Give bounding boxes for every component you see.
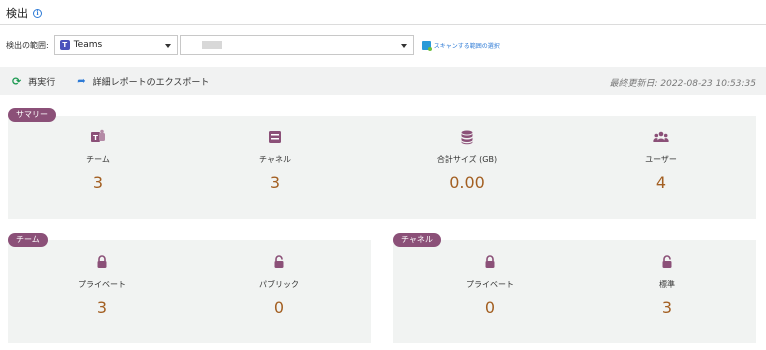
last-updated-text: 最終更新日: 2022-08-23 10:53:35 [609,79,756,89]
teams-panel: プライベート 3 パブリック 0 [8,240,371,343]
summary-channels-value: 3 [269,173,281,192]
service-select-value: Teams [73,40,103,50]
scope-label: 検出の範囲: [6,40,49,50]
redacted-value [201,41,222,49]
scan-scope-icon [421,40,432,51]
chevron-down-icon [400,44,407,48]
channels-standard-label: 標準 [659,280,675,289]
summary-users-stat: ユーザー 4 [601,129,721,192]
summary-teams-label: チーム [86,155,110,164]
teams-public-stat: パブリック 0 [219,254,339,317]
summary-size-value: 0.00 [449,173,485,192]
users-icon [653,131,669,142]
lock-closed-icon [485,255,495,268]
summary-size-stat: 合計サイズ (GB) 0.00 [407,129,527,192]
export-report-label: 詳細レポートのエクスポート [92,77,210,88]
scan-scope-link[interactable]: スキャンする範囲の選択 [421,40,500,51]
info-icon[interactable]: i [33,8,42,18]
teams-public-value: 0 [273,298,285,317]
svg-text:T: T [93,134,98,142]
rerun-button-label: 再実行 [28,77,56,88]
channels-section-badge: チャネル [393,233,441,247]
lock-closed-icon [97,255,107,268]
teams-icon: T [91,129,105,142]
channels-standard-value: 3 [661,298,673,317]
export-report-button[interactable]: ➦ 詳細レポートのエクスポート [77,75,209,88]
lock-open-icon [274,255,284,268]
teams-private-value: 3 [96,298,108,317]
channels-private-stat: プライベート 0 [430,254,550,317]
channels-panel: プライベート 0 標準 3 [393,240,756,343]
teams-private-label: プライベート [78,280,126,289]
summary-channels-label: チャネル [259,155,291,164]
summary-teams-value: 3 [92,173,104,192]
toolbar: ⟳ 再実行 ➦ 詳細レポートのエクスポート 最終更新日: 2022-08-23 … [0,67,766,95]
teams-private-stat: プライベート 3 [42,254,162,317]
teams-logo-icon: T [59,40,70,50]
share-arrow-icon: ➦ [77,75,86,87]
scan-scope-link-label: スキャンする範囲の選択 [433,42,500,50]
team-select[interactable] [179,35,414,55]
service-select[interactable]: T Teams [53,35,178,55]
title-divider [0,24,766,25]
channels-standard-stat: 標準 3 [607,254,727,317]
lock-open-icon [662,255,672,268]
channels-private-value: 0 [484,298,496,317]
scope-row: 検出の範囲: T Teams スキャンする範囲の選択 [6,35,500,55]
summary-section-badge: サマリー [8,108,56,122]
chevron-down-icon [164,44,171,48]
page-title-text: 検出 [6,7,28,20]
summary-users-label: ユーザー [645,155,677,164]
rerun-button[interactable]: ⟳ 再実行 [12,75,55,88]
database-icon [461,130,473,145]
summary-panel: T チーム 3 チャネル 3 合計サイズ (GB) 0.00 ユーザー 4 [8,116,756,219]
page-title: 検出 i [6,5,42,21]
summary-size-label: 合計サイズ (GB) [436,155,498,164]
channels-private-label: プライベート [466,280,514,289]
summary-teams-stat: T チーム 3 [38,129,158,192]
summary-users-value: 4 [655,173,667,192]
teams-public-label: パブリック [259,280,299,289]
refresh-icon: ⟳ [12,74,22,88]
teams-section-badge: チーム [8,233,48,247]
summary-channels-stat: チャネル 3 [215,129,335,192]
channel-icon [269,131,281,143]
